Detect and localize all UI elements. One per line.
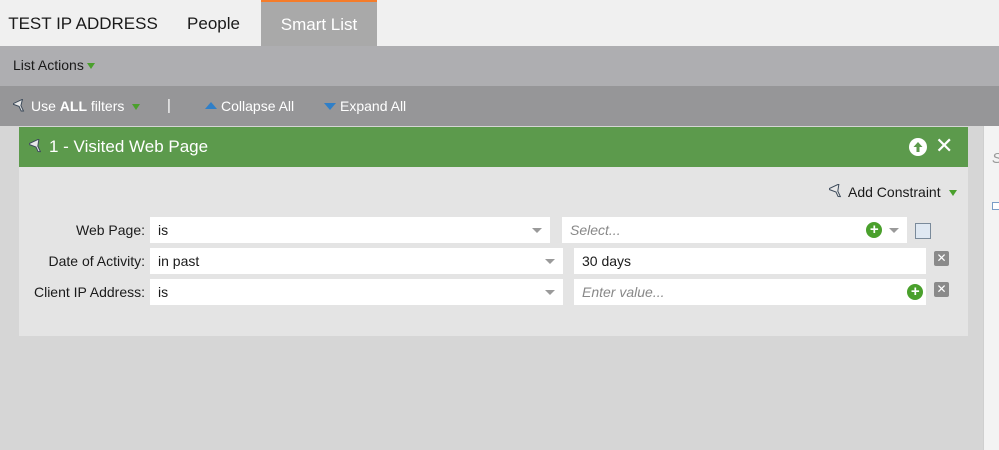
web-page-label: Web Page: — [75, 222, 145, 238]
filter-card: 1 - Visited Web Page ✕ Add Constraint We… — [19, 127, 968, 336]
filter-toolbar: Use ALL filters | Collapse All Expand Al… — [0, 86, 999, 126]
dropdown-arrow-icon — [948, 190, 957, 197]
web-page-operator-select[interactable]: is — [150, 217, 550, 243]
add-constraint-label: Add Constraint — [848, 184, 941, 200]
use-prefix: Use — [31, 98, 60, 114]
date-operator-select[interactable]: in past — [150, 248, 563, 274]
dropdown-arrow-icon — [86, 63, 95, 70]
filter-title: 1 - Visited Web Page — [49, 137, 209, 156]
list-actions-label: List Actions — [13, 57, 84, 73]
client-ip-label: Client IP Address: — [33, 284, 145, 300]
collapse-all-label: Collapse All — [221, 98, 295, 114]
page-picker-icon[interactable] — [915, 223, 931, 239]
client-ip-operator-value: is — [158, 284, 169, 300]
use-all-bold: ALL — [59, 98, 88, 114]
expand-all-button[interactable]: Expand All — [324, 98, 406, 114]
add-constraint-menu[interactable]: Add Constraint — [829, 184, 957, 201]
add-value-icon[interactable]: + — [866, 222, 882, 238]
filter-funnel-icon — [13, 98, 25, 112]
client-ip-operator-select[interactable]: is — [150, 279, 563, 305]
tab-bar: TEST IP ADDRESS People Smart List — [0, 0, 999, 46]
chevron-down-icon — [545, 290, 555, 295]
toolbar-separator: | — [167, 97, 171, 114]
chevron-down-icon — [532, 228, 542, 233]
tab-test-ip-address[interactable]: TEST IP ADDRESS — [0, 0, 166, 46]
collapse-all-button[interactable]: Collapse All — [205, 98, 294, 114]
filter-card-header[interactable]: 1 - Visited Web Page ✕ — [19, 127, 968, 167]
date-value-input[interactable]: 30 days — [574, 248, 926, 274]
client-ip-value-input[interactable]: Enter value... + — [574, 279, 926, 305]
remove-constraint-icon[interactable]: ✕ — [934, 251, 949, 266]
list-actions-menu[interactable]: List Actions — [13, 57, 95, 73]
list-actions-bar: List Actions — [0, 46, 999, 86]
tab-people[interactable]: People — [166, 0, 261, 46]
add-value-icon[interactable]: + — [907, 284, 923, 300]
expand-triangle-icon — [324, 102, 336, 110]
tab-smart-list[interactable]: Smart List — [261, 0, 377, 46]
chevron-down-icon — [889, 228, 899, 233]
move-up-icon[interactable] — [909, 138, 927, 156]
use-suffix: filters — [87, 98, 125, 114]
remove-constraint-icon[interactable]: ✕ — [934, 282, 949, 297]
web-page-value-select[interactable]: Select... + — [562, 217, 907, 243]
use-all-filters-menu[interactable]: Use ALL filters — [13, 98, 141, 115]
collapse-tree-icon[interactable] — [992, 202, 999, 210]
client-ip-placeholder: Enter value... — [582, 284, 665, 300]
filter-funnel-icon — [29, 139, 42, 153]
expand-all-label: Expand All — [340, 98, 407, 114]
right-side-panel: S — [983, 126, 999, 450]
chevron-down-icon — [545, 259, 555, 264]
remove-filter-icon[interactable]: ✕ — [935, 134, 953, 158]
dropdown-arrow-icon — [132, 104, 141, 111]
right-panel-heading: S — [992, 150, 999, 167]
web-page-operator-value: is — [158, 222, 169, 238]
date-of-activity-label: Date of Activity: — [48, 253, 145, 269]
filter-funnel-icon — [829, 184, 842, 198]
collapse-triangle-icon — [205, 101, 217, 109]
date-operator-value: in past — [158, 253, 200, 269]
web-page-placeholder: Select... — [570, 222, 621, 238]
